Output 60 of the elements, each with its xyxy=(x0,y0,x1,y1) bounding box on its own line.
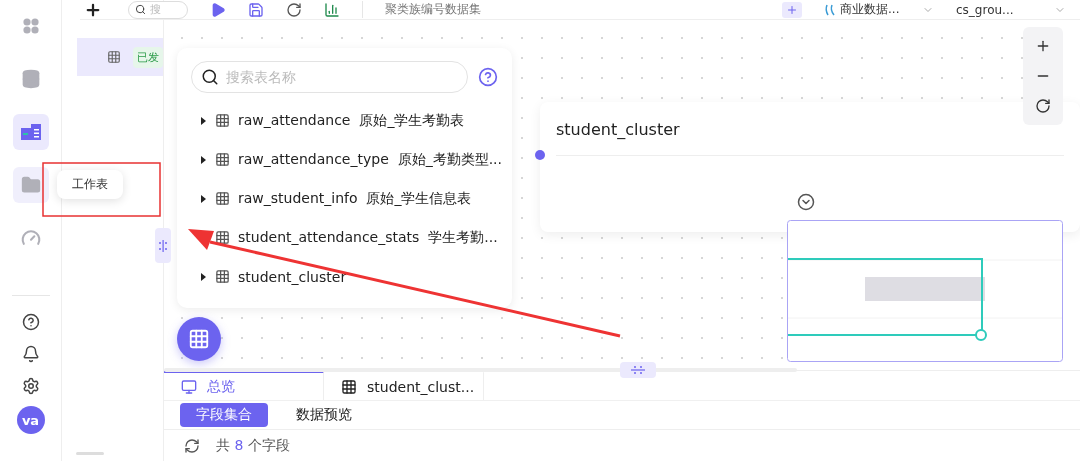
field-count: 共 8 个字段 xyxy=(216,437,290,454)
table-icon xyxy=(341,378,357,395)
table-name[interactable]: raw_attendance_type 原始_考勤类型... xyxy=(238,150,503,169)
refresh-icon[interactable] xyxy=(184,437,200,454)
gauge-icon xyxy=(20,228,41,248)
datasource-icon xyxy=(824,3,836,16)
sub-tab[interactable]: 字段集合 xyxy=(180,403,268,427)
dataset-title: 聚类族编号数据集 xyxy=(362,1,481,18)
table-icon xyxy=(188,328,210,350)
collapse-icon[interactable] xyxy=(797,193,815,211)
table-icon xyxy=(215,191,230,206)
play-icon[interactable] xyxy=(210,1,226,18)
save-icon[interactable] xyxy=(248,1,264,18)
zoom-in-icon[interactable] xyxy=(1035,38,1051,54)
reset-icon[interactable] xyxy=(1035,98,1051,114)
table-panel-button[interactable] xyxy=(177,317,221,361)
chart-icon[interactable] xyxy=(324,1,340,18)
status-badge: 已发 xyxy=(133,46,163,68)
grip-icon xyxy=(631,366,645,374)
table-name[interactable]: student_attendance_stats 学生考勤... xyxy=(238,228,498,247)
table-search-field[interactable]: 搜索表名称 xyxy=(191,61,468,93)
grip-icon xyxy=(159,239,167,252)
panel-tab[interactable]: 总览 xyxy=(164,371,324,400)
settings-icon xyxy=(21,377,40,395)
table-node-card[interactable]: student_cluster xyxy=(540,102,1080,232)
expand-caret-icon[interactable] xyxy=(199,272,207,281)
table-icon xyxy=(215,152,230,167)
monitor-icon xyxy=(181,378,197,395)
panel-tab[interactable]: student_clust... xyxy=(324,371,484,400)
database-icon xyxy=(20,69,41,89)
folder-icon xyxy=(20,175,41,195)
apps-icon xyxy=(21,17,40,35)
expand-caret-icon[interactable] xyxy=(199,194,207,203)
plus-icon xyxy=(786,3,798,16)
dataset-icon xyxy=(107,50,121,64)
resize-handle[interactable] xyxy=(620,362,656,378)
schema-select[interactable]: cs_grou... xyxy=(956,2,1066,17)
sub-tab[interactable]: 数据预览 xyxy=(280,403,368,427)
expand-caret-icon[interactable] xyxy=(199,155,207,164)
table-name[interactable]: raw_attendance 原始_学生考勤表 xyxy=(238,111,465,130)
bell-icon xyxy=(21,345,40,363)
search-icon xyxy=(135,4,146,15)
tooltip: 工作表 xyxy=(57,170,123,199)
table-icon xyxy=(215,269,230,284)
connection-port[interactable] xyxy=(535,150,545,160)
resize-handle[interactable] xyxy=(155,228,171,263)
expand-caret-icon[interactable] xyxy=(199,116,207,125)
search-icon xyxy=(201,68,219,86)
help-icon[interactable] xyxy=(478,67,498,87)
datasource-select[interactable]: 商业数据... xyxy=(824,1,934,18)
table-name[interactable]: student_cluster xyxy=(238,268,347,285)
table-icon xyxy=(215,230,230,245)
user-avatar[interactable]: va xyxy=(16,406,45,434)
help-icon xyxy=(21,313,40,331)
refresh-icon[interactable] xyxy=(286,1,302,18)
worksheet-icon xyxy=(20,124,41,140)
table-name[interactable]: raw_student_info 原始_学生信息表 xyxy=(238,189,472,208)
sidebar-nav-button[interactable] xyxy=(12,114,49,150)
table-icon xyxy=(215,113,230,128)
resize-grip[interactable] xyxy=(76,452,104,455)
